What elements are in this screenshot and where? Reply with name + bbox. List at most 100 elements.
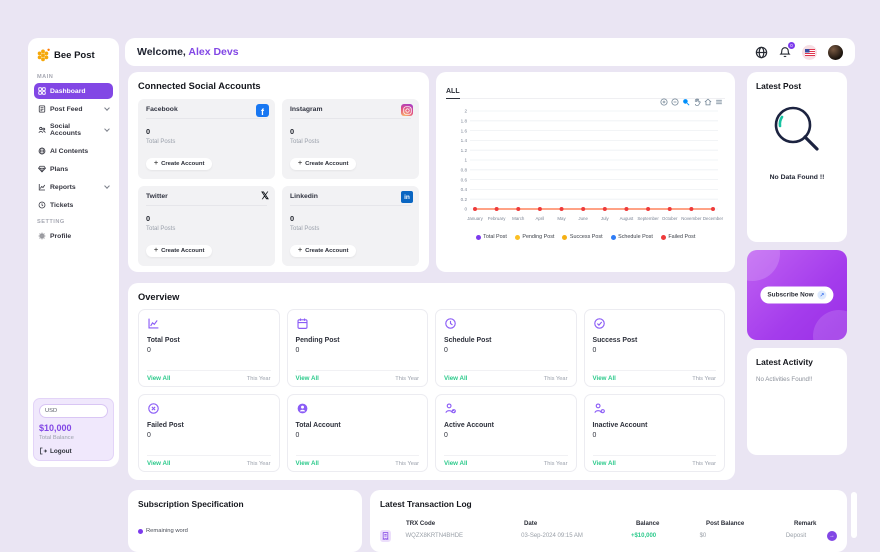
tickets-icon: [38, 201, 46, 209]
plus-icon: +: [154, 161, 158, 166]
tab-all[interactable]: ALL: [446, 88, 460, 99]
svg-text:October: October: [662, 216, 678, 221]
sidebar-item-tickets[interactable]: Tickets: [34, 197, 113, 213]
sidebar-item-ai-contents[interactable]: AI Contents: [34, 143, 113, 159]
legend-item[interactable]: Failed Post: [661, 234, 695, 240]
subscribe-now-button[interactable]: Subscribe Now ↗: [760, 287, 833, 304]
zoom-out-icon[interactable]: [671, 98, 679, 106]
view-all-link[interactable]: View All: [593, 460, 616, 467]
svg-text:0.2: 0.2: [461, 197, 468, 202]
view-all-link[interactable]: View All: [147, 460, 170, 467]
create-account-button[interactable]: + Create Account: [146, 158, 212, 170]
chevron-down-icon: [104, 126, 110, 132]
view-all-link[interactable]: View All: [444, 460, 467, 467]
create-account-button[interactable]: + Create Account: [146, 245, 212, 257]
svg-text:0: 0: [464, 207, 467, 212]
sidebar-item-label: Profile: [50, 233, 71, 240]
svg-text:1.6: 1.6: [461, 128, 468, 133]
user-check-icon: [444, 402, 457, 415]
svg-text:July: July: [601, 216, 610, 221]
overview-card-total-post: Total Post 0 View AllThis Year: [138, 309, 280, 387]
legend-dot: [476, 235, 481, 240]
latest-transaction-log-panel: Latest Transaction Log TRX Code Date Bal…: [370, 490, 847, 552]
sidebar-item-social-accounts[interactable]: Social Accounts: [34, 119, 113, 141]
currency-select[interactable]: USD: [39, 404, 108, 418]
plus-icon: +: [298, 248, 302, 253]
balance-card: USD $10,000 Total Balance Logout: [33, 398, 114, 461]
total-posts-value: 0: [146, 214, 267, 223]
subscription-specification-panel: Subscription Specification Remaining wor…: [128, 490, 362, 552]
total-posts-value: 0: [290, 127, 411, 136]
sidebar-section-setting: SETTING: [37, 219, 113, 225]
legend-item[interactable]: Total Post: [476, 234, 507, 240]
legend-item[interactable]: Pending Post: [515, 234, 555, 240]
overview-card-total-account: Total Account 0 View AllThis Year: [287, 394, 429, 472]
page-scrollbar-thumb[interactable]: [851, 492, 857, 538]
svg-text:January: January: [467, 216, 483, 221]
sidebar: Bee Post MAIN Dashboard Post Feed Social…: [28, 38, 119, 467]
overview-card-pending-post: Pending Post 0 View AllThis Year: [287, 309, 429, 387]
user-avatar[interactable]: [828, 45, 843, 60]
svg-text:May: May: [557, 216, 566, 221]
us-flag-icon[interactable]: [802, 45, 817, 60]
sidebar-item-plans[interactable]: Plans: [34, 161, 113, 177]
col-post-balance: Post Balance: [706, 520, 794, 527]
svg-text:1.4: 1.4: [461, 138, 468, 143]
total-posts-value: 0: [146, 127, 267, 136]
logout-button[interactable]: Logout: [39, 447, 108, 455]
language-globe-icon[interactable]: [755, 46, 768, 59]
col-remark: Remark: [794, 520, 836, 527]
svg-text:December: December: [703, 216, 724, 221]
sidebar-item-label: Tickets: [50, 202, 73, 209]
sidebar-item-dashboard[interactable]: Dashboard: [34, 83, 113, 99]
view-all-link[interactable]: View All: [444, 375, 467, 382]
app-logo: Bee Post: [34, 46, 113, 68]
logout-icon: [39, 447, 47, 455]
view-all-link[interactable]: View All: [147, 375, 170, 382]
svg-text:April: April: [536, 216, 545, 221]
reports-icon: [38, 183, 46, 191]
svg-text:1: 1: [464, 158, 467, 163]
check-circle-icon: [593, 317, 606, 330]
create-account-button[interactable]: + Create Account: [290, 158, 356, 170]
posts-chart-panel: ALL 21.81.61.41.210.80.60.40.20JanuaryFe…: [436, 72, 735, 272]
overview-card-success-post: Success Post 0 View AllThis Year: [584, 309, 726, 387]
view-all-link[interactable]: View All: [593, 375, 616, 382]
legend-item[interactable]: Schedule Post: [611, 234, 653, 240]
pan-icon[interactable]: [693, 98, 701, 106]
sidebar-item-profile[interactable]: Profile: [34, 228, 113, 244]
connected-social-accounts-panel: Connected Social Accounts Facebook f 0 T…: [128, 72, 429, 272]
home-icon[interactable]: [704, 98, 712, 106]
sidebar-item-post-feed[interactable]: Post Feed: [34, 101, 113, 117]
notifications-bell-icon[interactable]: 0: [779, 46, 791, 58]
svg-text:2: 2: [464, 109, 467, 114]
total-balance-amount: $10,000: [39, 423, 108, 433]
transaction-table: TRX Code Date Balance Post Balance Remar…: [380, 520, 837, 542]
view-all-link[interactable]: View All: [296, 375, 319, 382]
receipt-icon: [380, 530, 391, 542]
legend-dot: [138, 529, 143, 534]
decor-circle: [747, 250, 780, 281]
trend-chart-icon: [147, 317, 160, 330]
latest-post-panel: Latest Post No Data Found !!: [747, 72, 847, 242]
overview-card-inactive-account: Inactive Account 0 View AllThis Year: [584, 394, 726, 472]
clock-icon: [444, 317, 457, 330]
sidebar-item-label: AI Contents: [50, 148, 88, 155]
zoom-in-icon[interactable]: [660, 98, 668, 106]
panel-title: Connected Social Accounts: [138, 81, 419, 91]
view-all-link[interactable]: View All: [296, 460, 319, 467]
dashboard-icon: [38, 87, 46, 95]
legend-item[interactable]: Success Post: [562, 234, 602, 240]
post-feed-icon: [38, 105, 46, 113]
decor-circle: [813, 310, 847, 340]
sidebar-item-reports[interactable]: Reports: [34, 179, 113, 195]
selection-zoom-icon[interactable]: [682, 98, 690, 106]
menu-icon[interactable]: [715, 98, 723, 106]
chevron-down-icon: [104, 105, 110, 111]
sidebar-item-label: Plans: [50, 166, 68, 173]
create-account-button[interactable]: + Create Account: [290, 245, 356, 257]
bee-hive-icon: [36, 48, 50, 62]
user-x-icon: [593, 402, 606, 415]
svg-text:February: February: [488, 216, 506, 221]
svg-text:November: November: [681, 216, 702, 221]
